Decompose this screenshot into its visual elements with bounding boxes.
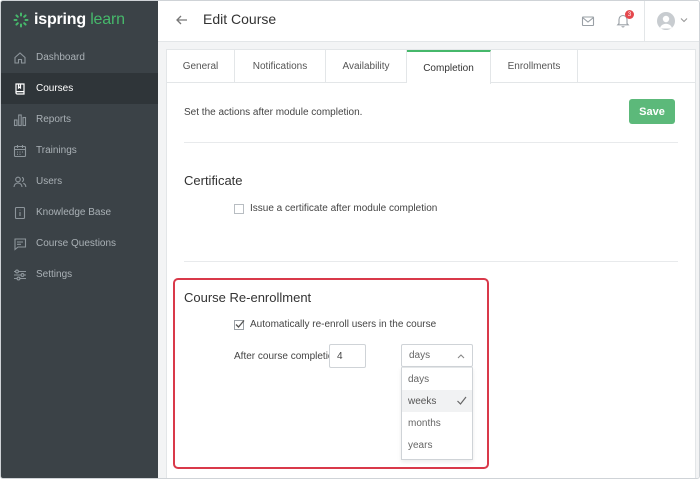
certificate-section-title: Certificate [184,173,243,188]
logo-main: ispring [34,11,86,28]
sidebar-item-course-questions[interactable]: Course Questions [1,228,158,259]
app-window: ispring learn Dashboard Courses Reports [0,0,700,479]
sidebar-item-dashboard[interactable]: Dashboard [1,42,158,73]
info-book-icon [13,206,27,220]
avatar[interactable] [657,12,675,30]
period-unit-select[interactable]: days [401,344,473,367]
sliders-icon [13,268,27,282]
sidebar-item-label: Dashboard [36,52,85,63]
sidebar-item-label: Trainings [36,145,77,156]
page-title: Edit Course [203,11,277,27]
mail-icon[interactable] [581,14,595,28]
divider [184,142,678,143]
save-button[interactable]: Save [629,99,675,124]
back-arrow-icon[interactable] [174,12,190,28]
sidebar-item-label: Settings [36,269,73,280]
home-icon [13,51,27,65]
tab-enrollments[interactable]: Enrollments [491,50,578,83]
sidebar-item-courses[interactable]: Courses [1,73,158,104]
sidebar-item-reports[interactable]: Reports [1,104,158,135]
calendar-icon [13,144,27,158]
sidebar-item-trainings[interactable]: Trainings [1,135,158,166]
divider [184,261,678,262]
main-content: General Notifications Availability Compl… [158,42,699,478]
tab-bar: General Notifications Availability Compl… [167,50,695,84]
notification-badge: 3 [625,10,634,19]
sidebar-item-label: Knowledge Base [36,207,112,218]
sidebar-item-label: Course Questions [36,238,117,249]
reenroll-checkbox-label: Automatically re-enroll users in the cou… [250,319,437,330]
bar-chart-icon [13,113,27,127]
sidebar-nav: Dashboard Courses Reports Trainings User… [1,42,158,290]
option-label: years [408,439,433,451]
logo-accent: learn [90,11,125,28]
sidebar-item-settings[interactable]: Settings [1,259,158,290]
intro-text: Set the actions after module completion. [184,107,363,118]
sidebar: ispring learn Dashboard Courses Reports [1,1,158,478]
logo-text: ispring learn [34,11,125,29]
users-icon [13,175,27,189]
tab-general[interactable]: General [167,50,235,83]
chat-icon [13,237,27,251]
chevron-up-icon [457,354,465,359]
reenroll-checkbox[interactable] [234,319,245,330]
chevron-down-icon[interactable] [680,16,688,24]
certificate-checkbox-row[interactable]: Issue a certificate after module complet… [234,203,437,214]
option-label: months [408,417,441,429]
period-input[interactable] [329,344,366,368]
certificate-checkbox-label: Issue a certificate after module complet… [250,203,438,214]
certificate-checkbox[interactable] [234,203,244,214]
option-weeks[interactable]: weeks [402,390,472,412]
reenrollment-section-title: Course Re-enrollment [184,290,312,305]
sidebar-item-label: Courses [36,83,74,94]
tab-availability[interactable]: Availability [326,50,407,83]
checkmark-icon [235,319,245,328]
option-label: days [408,373,430,385]
header-divider [644,1,645,42]
reenroll-checkbox-row[interactable]: Automatically re-enroll users in the cou… [234,319,436,330]
option-days[interactable]: days [402,368,472,390]
ispring-flower-icon [13,12,29,28]
book-icon [13,82,27,96]
check-icon [457,396,467,405]
top-header: Edit Course 3 [158,1,699,42]
tab-notifications[interactable]: Notifications [235,50,326,83]
sidebar-item-knowledge-base[interactable]: Knowledge Base [1,197,158,228]
period-unit-dropdown: days weeks months years [401,367,473,460]
option-months[interactable]: months [402,412,472,434]
tab-completion[interactable]: Completion [407,50,491,84]
sidebar-item-label: Users [36,176,63,187]
sidebar-item-label: Reports [36,114,72,125]
option-label: weeks [408,395,437,407]
logo[interactable]: ispring learn [13,10,125,30]
edit-course-card: General Notifications Availability Compl… [166,49,696,478]
option-years[interactable]: years [402,434,472,456]
period-unit-selected: days [409,350,431,361]
sidebar-item-users[interactable]: Users [1,166,158,197]
